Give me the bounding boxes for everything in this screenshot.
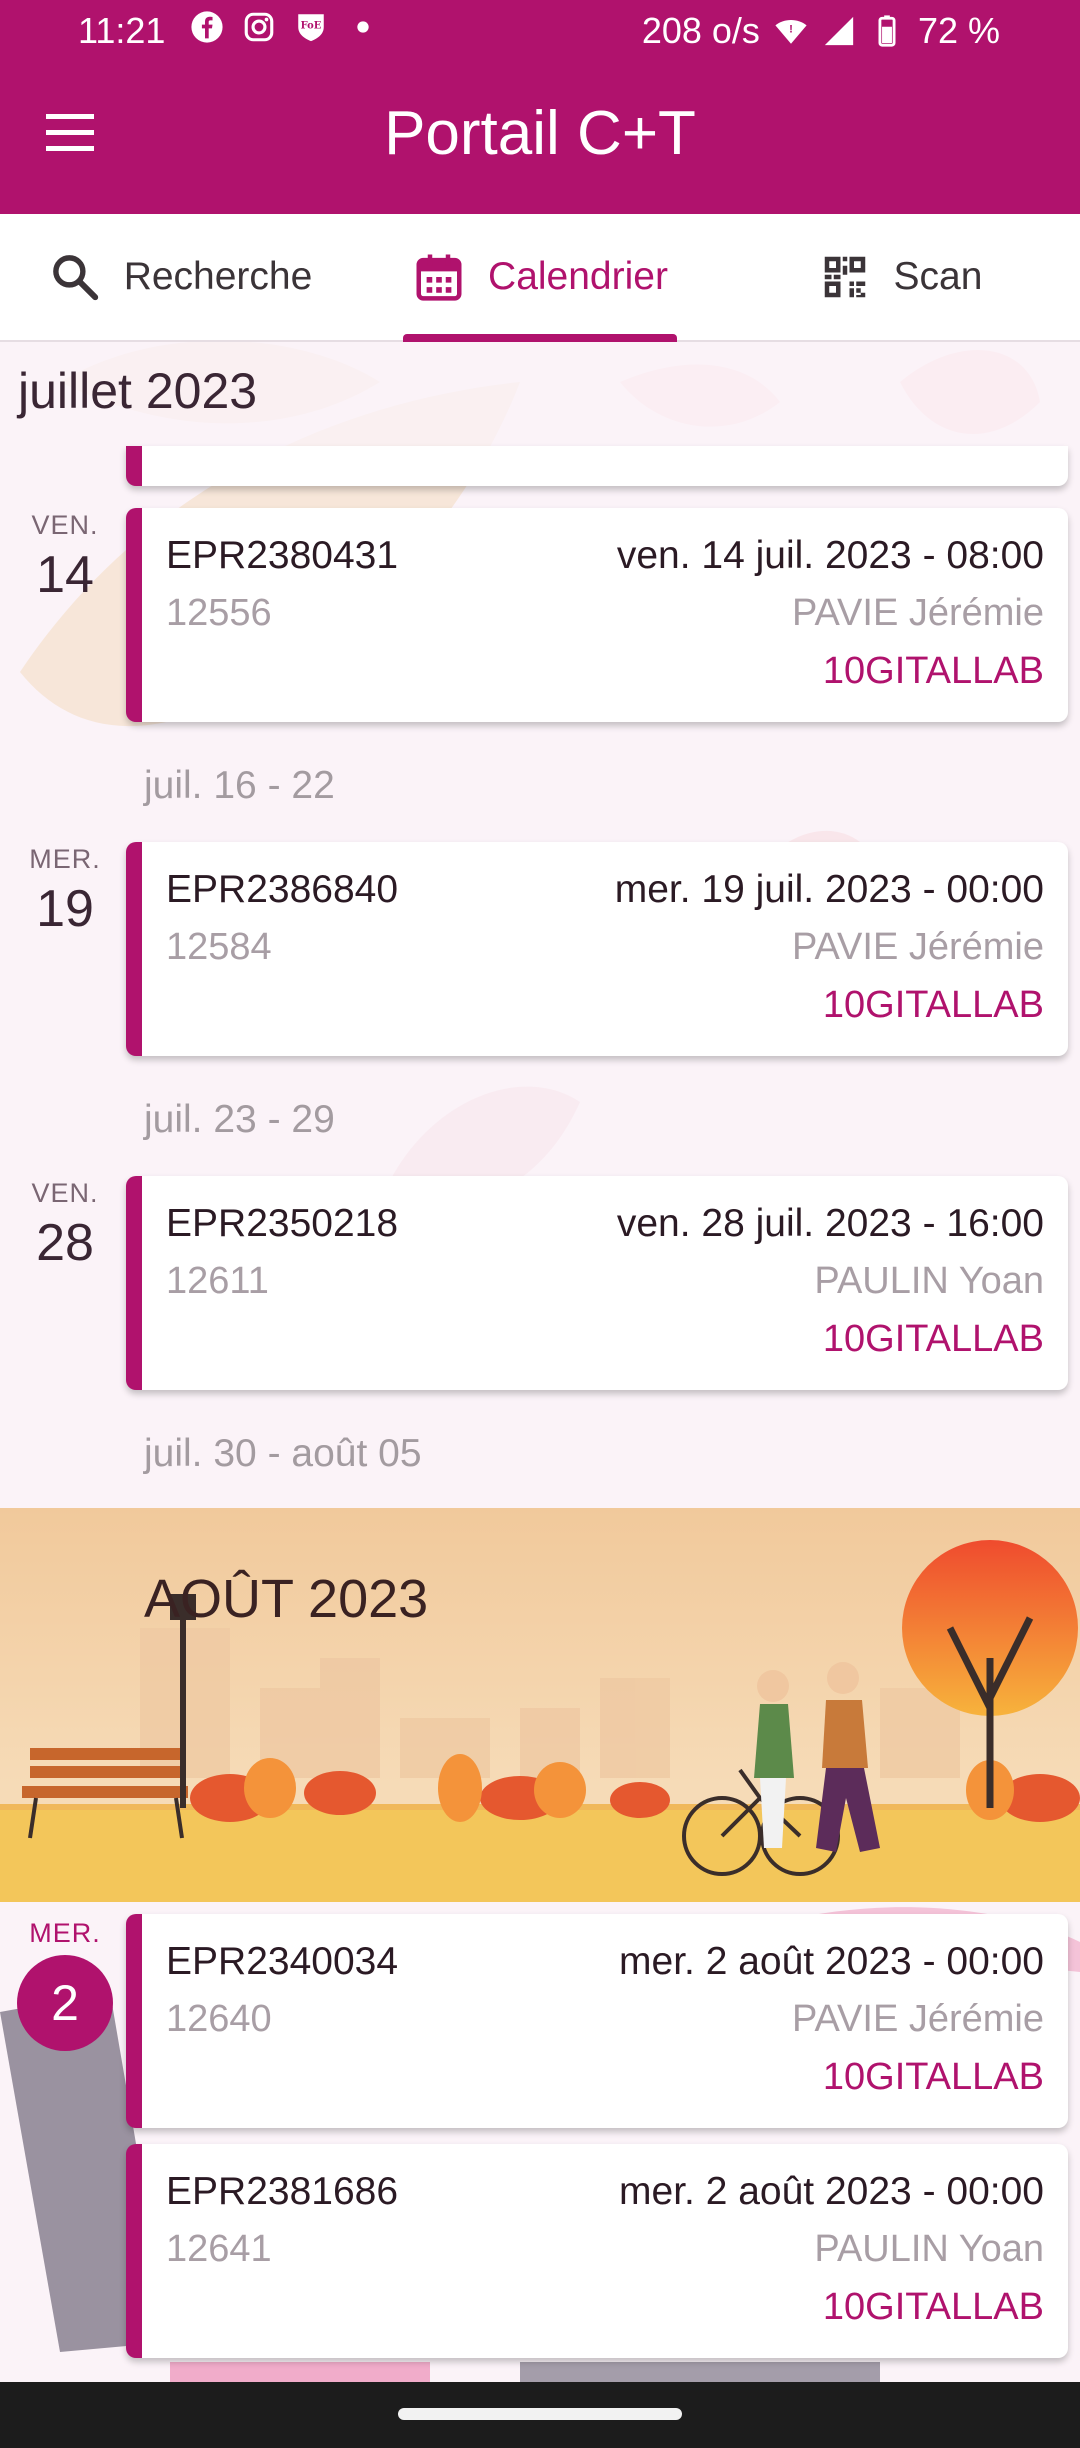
event-person: PAVIE Jérémie <box>791 926 1044 968</box>
day-number: 28 <box>36 1214 94 1272</box>
event-number: 12640 <box>166 1998 272 2040</box>
tab-label: Calendrier <box>488 255 668 298</box>
tab-label: Scan <box>893 255 983 298</box>
event-code: EPR2380431 <box>166 534 399 577</box>
event-group: 10GITALLAB <box>822 650 1044 692</box>
event-datetime: ven. 28 juil. 2023 - 16:00 <box>616 1202 1044 1245</box>
facebook-icon <box>191 11 223 43</box>
day-label: MER. 19 <box>0 844 130 939</box>
wifi-icon: ! <box>775 20 807 44</box>
status-bar: 11:21 FoE 208 o/s ! 72 % <box>0 0 1080 66</box>
day-label: VEN. 28 <box>0 1178 130 1273</box>
qr-code-icon <box>824 256 865 298</box>
event-number: 12556 <box>166 592 272 634</box>
event-person: PAVIE Jérémie <box>791 592 1044 634</box>
battery-level: 72 % <box>917 10 1000 51</box>
status-time: 11:21 <box>78 10 166 51</box>
day-label: VEN. 14 <box>0 510 130 605</box>
event-datetime: mer. 2 août 2023 - 00:00 <box>619 2170 1044 2213</box>
event-group: 10GITALLAB <box>822 2056 1044 2098</box>
day-number: 2 <box>17 1955 113 2051</box>
event-group: 10GITALLAB <box>822 1318 1044 1360</box>
week-label: juil. 30 - août 05 <box>144 1432 422 1475</box>
month-banner-title: AOÛT 2023 <box>144 1569 429 1629</box>
day-of-week: MER. <box>29 844 101 874</box>
event-card[interactable]: EPR2381686 mer. 2 août 2023 - 00:00 1264… <box>126 2144 1068 2358</box>
week-label: juil. 16 - 22 <box>144 764 335 807</box>
event-number: 12584 <box>166 926 272 968</box>
event-person: PAULIN Yoan <box>814 2228 1044 2270</box>
foe-shield-icon: FoE <box>298 14 324 42</box>
search-icon <box>52 255 98 301</box>
home-gesture-handle[interactable] <box>398 2408 682 2420</box>
event-code: EPR2340034 <box>166 1940 399 1983</box>
event-card[interactable]: EPR2350218 ven. 28 juil. 2023 - 16:00 12… <box>126 1176 1068 1390</box>
day-of-week: VEN. <box>31 510 99 540</box>
app-bar: 11:21 FoE 208 o/s ! 72 % Portail C+T <box>0 0 1080 214</box>
calendar-icon <box>416 254 462 301</box>
event-card[interactable]: EPR2380431 ven. 14 juil. 2023 - 08:00 12… <box>126 508 1068 722</box>
tab-scan[interactable]: Scan <box>720 214 1080 340</box>
page-title: Portail C+T <box>384 99 696 168</box>
event-card[interactable]: EPR2386840 mer. 19 juil. 2023 - 00:00 12… <box>126 842 1068 1056</box>
instagram-icon <box>244 12 274 42</box>
event-code: EPR2350218 <box>166 1202 399 1245</box>
month-header: juillet 2023 <box>18 363 258 419</box>
event-datetime: ven. 14 juil. 2023 - 08:00 <box>616 534 1044 577</box>
signal-icon <box>824 16 854 46</box>
network-speed: 208 o/s <box>641 10 760 51</box>
event-datetime: mer. 2 août 2023 - 00:00 <box>619 1940 1044 1983</box>
tab-recherche[interactable]: Recherche <box>0 214 360 340</box>
event-group: 10GITALLAB <box>822 984 1044 1026</box>
day-of-week: MER. <box>29 1918 101 1948</box>
event-code: EPR2386840 <box>166 868 399 911</box>
event-person: PAULIN Yoan <box>814 1260 1044 1302</box>
tab-bar: Recherche Calendrier Scan <box>0 214 1080 342</box>
day-number: 19 <box>36 880 94 938</box>
event-datetime: mer. 19 juil. 2023 - 00:00 <box>614 868 1044 911</box>
tab-calendrier[interactable]: Calendrier <box>360 214 720 340</box>
day-of-week: VEN. <box>31 1178 99 1208</box>
event-group: 10GITALLAB <box>822 2286 1044 2328</box>
tab-label: Recherche <box>123 255 313 298</box>
day-label-today: MER. 2 <box>0 1918 130 2051</box>
system-navigation-bar <box>0 2382 1080 2448</box>
event-number: 12611 <box>166 1260 269 1302</box>
day-number: 14 <box>36 546 94 604</box>
event-card-partial[interactable] <box>126 446 1068 486</box>
event-card[interactable]: EPR2340034 mer. 2 août 2023 - 00:00 1264… <box>126 1914 1068 2128</box>
svg-text:!: ! <box>789 23 793 35</box>
week-label: juil. 23 - 29 <box>144 1098 335 1141</box>
event-person: PAVIE Jérémie <box>791 1998 1044 2040</box>
dot-icon <box>357 21 369 33</box>
svg-text:FoE: FoE <box>301 20 322 31</box>
event-code: EPR2381686 <box>166 2170 399 2213</box>
battery-icon <box>878 15 896 47</box>
event-number: 12641 <box>166 2228 272 2270</box>
